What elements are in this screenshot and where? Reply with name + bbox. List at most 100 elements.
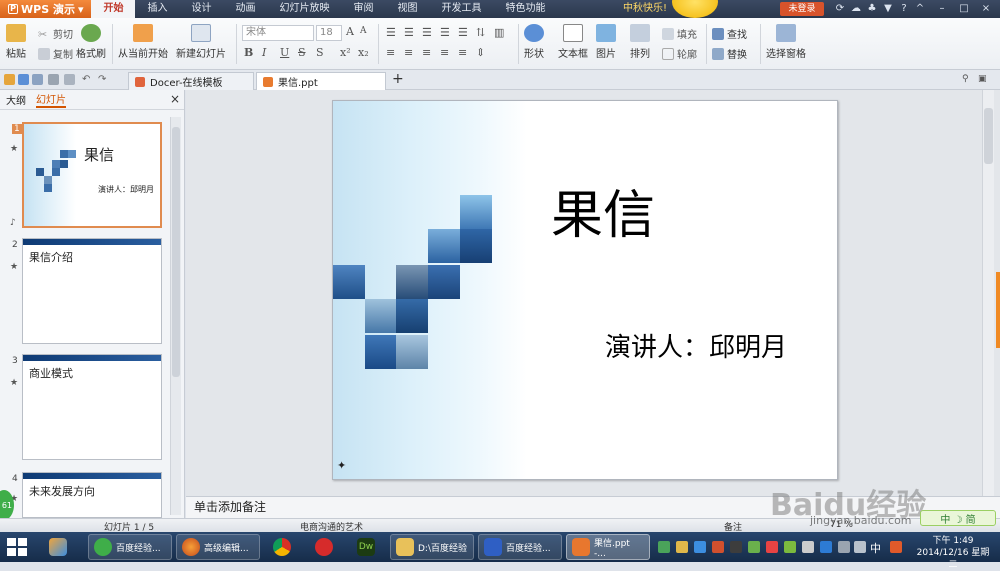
maximize-icon[interactable]: □ — [958, 3, 970, 15]
slide-subtitle[interactable]: 演讲人：邱明月 — [605, 327, 787, 364]
network-icon[interactable] — [820, 541, 832, 553]
outdent-icon[interactable]: ☰ — [440, 26, 450, 39]
find-button[interactable]: 查找 — [712, 26, 747, 41]
slide-thumbnail-1[interactable]: 果信 演讲人：邱明月 — [22, 122, 162, 228]
align-right-icon[interactable]: ≡ — [422, 46, 431, 59]
format-painter-button[interactable]: 格式刷 — [76, 24, 106, 60]
tray-icon[interactable] — [694, 541, 706, 553]
bold-button[interactable]: B — [244, 46, 253, 59]
shirt-icon[interactable]: ▼ — [882, 3, 894, 15]
tray-icon[interactable] — [712, 541, 724, 553]
tab-animation[interactable]: 动画 — [223, 0, 267, 18]
current-slide[interactable]: 果信 演讲人：邱明月 ✦ — [332, 100, 838, 480]
tab-outline[interactable]: 大纲 — [6, 92, 26, 107]
text-align-icon[interactable]: ⇕ — [476, 46, 485, 59]
taskbar-editor[interactable]: 高级编辑... — [176, 534, 260, 560]
tray-icon[interactable] — [658, 541, 670, 553]
tab-slides[interactable]: 幻灯片 — [36, 91, 66, 108]
skin-icon[interactable]: ♣ — [866, 3, 878, 15]
tab-view[interactable]: 视图 — [385, 0, 429, 18]
tab-docer[interactable]: Docer-在线模板 — [128, 72, 254, 90]
italic-button[interactable]: I — [262, 46, 266, 59]
text-direction-icon[interactable]: ⇅ — [476, 26, 485, 39]
refresh-icon[interactable]: ⟳ — [834, 3, 846, 15]
cut-button[interactable]: ✂ 剪切 — [38, 26, 73, 42]
taskbar-opera[interactable] — [310, 534, 340, 560]
replace-button[interactable]: 替换 — [712, 46, 747, 61]
tray-icon[interactable] — [784, 541, 796, 553]
print-icon[interactable] — [48, 74, 59, 85]
taskbar-baidu-jingyan[interactable]: 百度经验... — [88, 534, 172, 560]
pin-icon[interactable]: ⚲ — [962, 74, 973, 85]
superscript-icon[interactable]: x² — [340, 46, 351, 59]
grow-font-icon[interactable]: A — [346, 25, 354, 38]
underline-button[interactable]: U — [280, 46, 289, 59]
redo-icon[interactable]: ↷ — [98, 74, 109, 85]
bullet-list-icon[interactable]: ☰ — [386, 26, 396, 39]
number-list-icon[interactable]: ☰ — [404, 26, 414, 39]
shadow-button[interactable]: S — [316, 46, 324, 59]
select-pane-button[interactable]: 选择窗格 — [766, 24, 806, 60]
wifi-icon[interactable] — [838, 541, 850, 553]
tab-insert[interactable]: 插入 — [135, 0, 179, 18]
ribbon-collapse-icon[interactable]: ^ — [914, 3, 926, 15]
font-name-select[interactable]: 宋体 — [242, 25, 314, 41]
tray-icon[interactable] — [748, 541, 760, 553]
distribute-icon[interactable]: ≡ — [458, 46, 467, 59]
ime-badge[interactable]: 中 ☽ 简 — [920, 510, 996, 526]
from-current-button[interactable]: 从当前开始 — [118, 24, 168, 60]
new-tab-button[interactable]: + — [392, 71, 404, 87]
windows-start-icon[interactable] — [6, 537, 28, 557]
close-icon[interactable]: × — [980, 3, 992, 15]
volume-icon[interactable] — [854, 541, 866, 553]
columns-icon[interactable]: ▥ — [494, 26, 504, 39]
slide-thumbnail-4[interactable]: 未来发展方向 — [22, 472, 162, 518]
tray-icon[interactable] — [676, 541, 688, 553]
open-icon[interactable] — [4, 74, 15, 85]
justify-icon[interactable]: ≡ — [440, 46, 449, 59]
font-size-select[interactable]: 18 — [316, 25, 342, 41]
paste-button[interactable]: 粘贴 — [6, 24, 26, 60]
tab-features[interactable]: 特色功能 — [493, 0, 557, 18]
taskbar-chrome[interactable] — [268, 534, 298, 560]
preview-icon[interactable] — [64, 74, 75, 85]
tab-design[interactable]: 设计 — [179, 0, 223, 18]
textbox-button[interactable]: 文本框 — [558, 24, 588, 60]
side-panel-toggle[interactable] — [996, 272, 1000, 348]
tray-icon[interactable] — [730, 541, 742, 553]
taskbar-folder[interactable]: D:\百度经验 — [390, 534, 474, 560]
minimize-icon[interactable]: – — [936, 3, 948, 15]
align-center-icon[interactable]: ≡ — [404, 46, 413, 59]
shape-button[interactable]: 形状 — [524, 24, 544, 60]
outline-button[interactable]: 轮廓 — [662, 46, 697, 61]
tab-start[interactable]: 开始 — [91, 0, 136, 18]
taskbar-dreamweaver[interactable]: Dw — [352, 534, 382, 560]
tab-developer[interactable]: 开发工具 — [429, 0, 493, 18]
shrink-font-icon[interactable]: A — [360, 26, 367, 36]
picture-button[interactable]: 图片 — [596, 24, 616, 60]
tab-menu-icon[interactable]: ▣ — [978, 74, 989, 85]
tray-icon[interactable] — [766, 541, 778, 553]
tab-document[interactable]: 果信.ppt — [256, 72, 386, 90]
strikethrough-button[interactable]: S — [298, 46, 306, 59]
align-left-icon[interactable]: ≡ — [386, 46, 395, 59]
editor-scrollbar[interactable] — [982, 90, 994, 496]
login-button[interactable]: 未登录 — [780, 2, 824, 16]
save-icon[interactable] — [18, 74, 29, 85]
slide-thumbnail-2[interactable]: 果信介绍 — [22, 238, 162, 344]
tray-icon[interactable] — [802, 541, 814, 553]
taskbar-baidu[interactable]: 百度经验... — [478, 534, 562, 560]
slide-thumbnail-3[interactable]: 商业模式 — [22, 354, 162, 460]
cloud-icon[interactable]: ☁ — [850, 3, 862, 15]
export-icon[interactable] — [32, 74, 43, 85]
undo-icon[interactable]: ↶ — [82, 74, 93, 85]
line-spacing-icon[interactable]: ☰ — [458, 26, 468, 39]
tab-slideshow[interactable]: 幻灯片放映 — [267, 0, 341, 18]
wps-tray-icon[interactable] — [890, 541, 902, 553]
app-menu-button[interactable]: P WPS 演示 ▾ — [0, 0, 92, 18]
taskbar-pinned-app[interactable] — [44, 534, 76, 560]
slide-title[interactable]: 果信 — [551, 173, 655, 248]
new-slide-button[interactable]: 新建幻灯片 — [176, 24, 226, 60]
arrange-button[interactable]: 排列 — [630, 24, 650, 60]
copy-button[interactable]: 复制 — [38, 46, 73, 61]
